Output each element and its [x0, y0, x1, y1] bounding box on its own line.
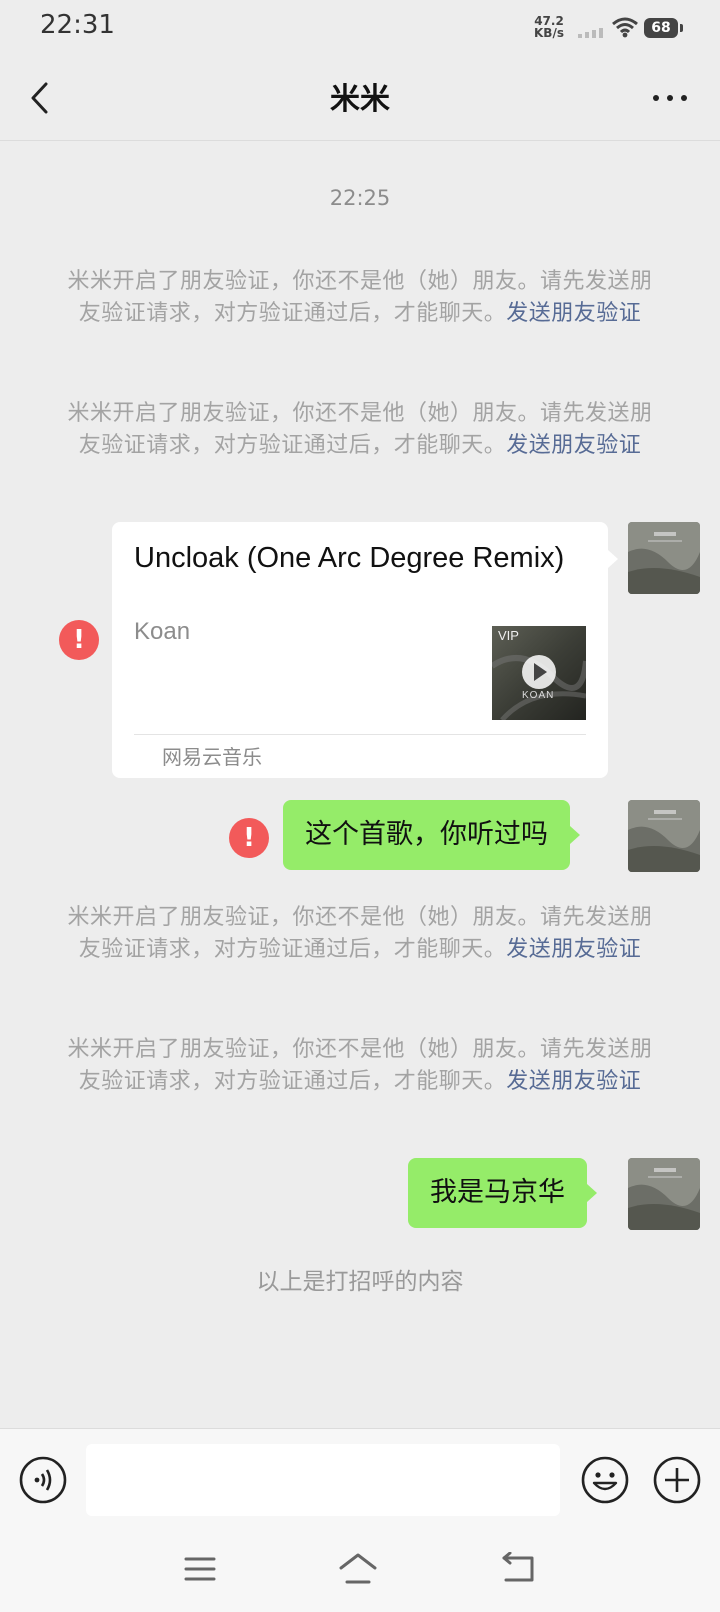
avatar-image — [628, 800, 700, 872]
send-failed-icon[interactable]: ! — [59, 620, 99, 660]
emoji-button[interactable] — [580, 1455, 630, 1509]
more-button[interactable] — [648, 80, 692, 116]
system-notice: 米米开启了朋友验证，你还不是他（她）朋友。请先发送朋友验证请求，对方验证通过后，… — [60, 398, 660, 462]
home-button[interactable] — [338, 1552, 378, 1590]
signal-icon — [578, 28, 603, 38]
recent-apps-button[interactable] — [184, 1554, 216, 1588]
message-timestamp: 22:25 — [329, 186, 391, 210]
song-artist: Koan — [134, 618, 191, 645]
voice-button[interactable] — [18, 1455, 68, 1509]
wifi-icon — [612, 17, 638, 38]
home-icon — [339, 1553, 377, 1584]
avatar[interactable] — [628, 1158, 700, 1230]
album-cover[interactable]: VIP KOAN — [492, 626, 586, 720]
avatar[interactable] — [628, 800, 700, 872]
send-verification-link[interactable]: 发送朋友验证 — [506, 433, 641, 458]
back-button[interactable] — [26, 78, 56, 118]
sent-message-bubble[interactable]: 我是马京华 — [408, 1158, 597, 1228]
battery-tip — [680, 24, 683, 32]
back-arrow-icon — [502, 1551, 534, 1582]
chat-title: 米米 — [330, 82, 390, 117]
vip-badge: VIP — [498, 628, 519, 643]
network-speed-unit: KB/s — [534, 26, 564, 40]
sent-message-bubble[interactable]: 这个首歌，你听过吗 — [283, 800, 580, 870]
send-verification-link[interactable]: 发送朋友验证 — [506, 301, 641, 326]
send-verification-link[interactable]: 发送朋友验证 — [506, 937, 641, 962]
song-title: Uncloak (One Arc Degree Remix) — [134, 542, 565, 574]
system-notice: 米米开启了朋友验证，你还不是他（她）朋友。请先发送朋友验证请求，对方验证通过后，… — [60, 266, 660, 330]
more-horizontal-icon — [653, 95, 687, 101]
music-source-label: 网易云音乐 — [162, 745, 262, 769]
emoji-icon — [581, 1456, 629, 1504]
avatar[interactable] — [628, 522, 700, 594]
battery-indicator: 68 — [644, 18, 678, 38]
album-cover-text: KOAN — [522, 690, 555, 701]
plus-button[interactable] — [652, 1455, 702, 1509]
greeting-end-label: 以上是打招呼的内容 — [256, 1269, 464, 1295]
menu-icon — [184, 1557, 216, 1581]
message-input[interactable] — [86, 1444, 560, 1516]
input-bar — [0, 1428, 720, 1531]
card-divider — [134, 734, 586, 735]
plus-circle-icon — [653, 1456, 701, 1504]
system-back-button[interactable] — [500, 1551, 536, 1590]
system-navigation-bar — [0, 1530, 720, 1612]
network-speed: 47.2 KB/s — [531, 15, 567, 39]
send-verification-link[interactable]: 发送朋友验证 — [506, 1069, 641, 1094]
voice-icon — [19, 1456, 67, 1504]
status-time: 22:31 — [40, 10, 115, 40]
chevron-left-icon — [31, 82, 48, 114]
system-notice: 米米开启了朋友验证，你还不是他（她）朋友。请先发送朋友验证请求，对方验证通过后，… — [60, 1034, 660, 1098]
music-share-card[interactable]: Uncloak (One Arc Degree Remix) Koan VIP … — [112, 522, 618, 778]
avatar-image — [628, 522, 700, 594]
send-failed-icon[interactable]: ! — [229, 818, 269, 858]
chat-header: 米米 — [0, 56, 720, 141]
avatar-image — [628, 1158, 700, 1230]
system-notice: 米米开启了朋友验证，你还不是他（她）朋友。请先发送朋友验证请求，对方验证通过后，… — [60, 902, 660, 966]
